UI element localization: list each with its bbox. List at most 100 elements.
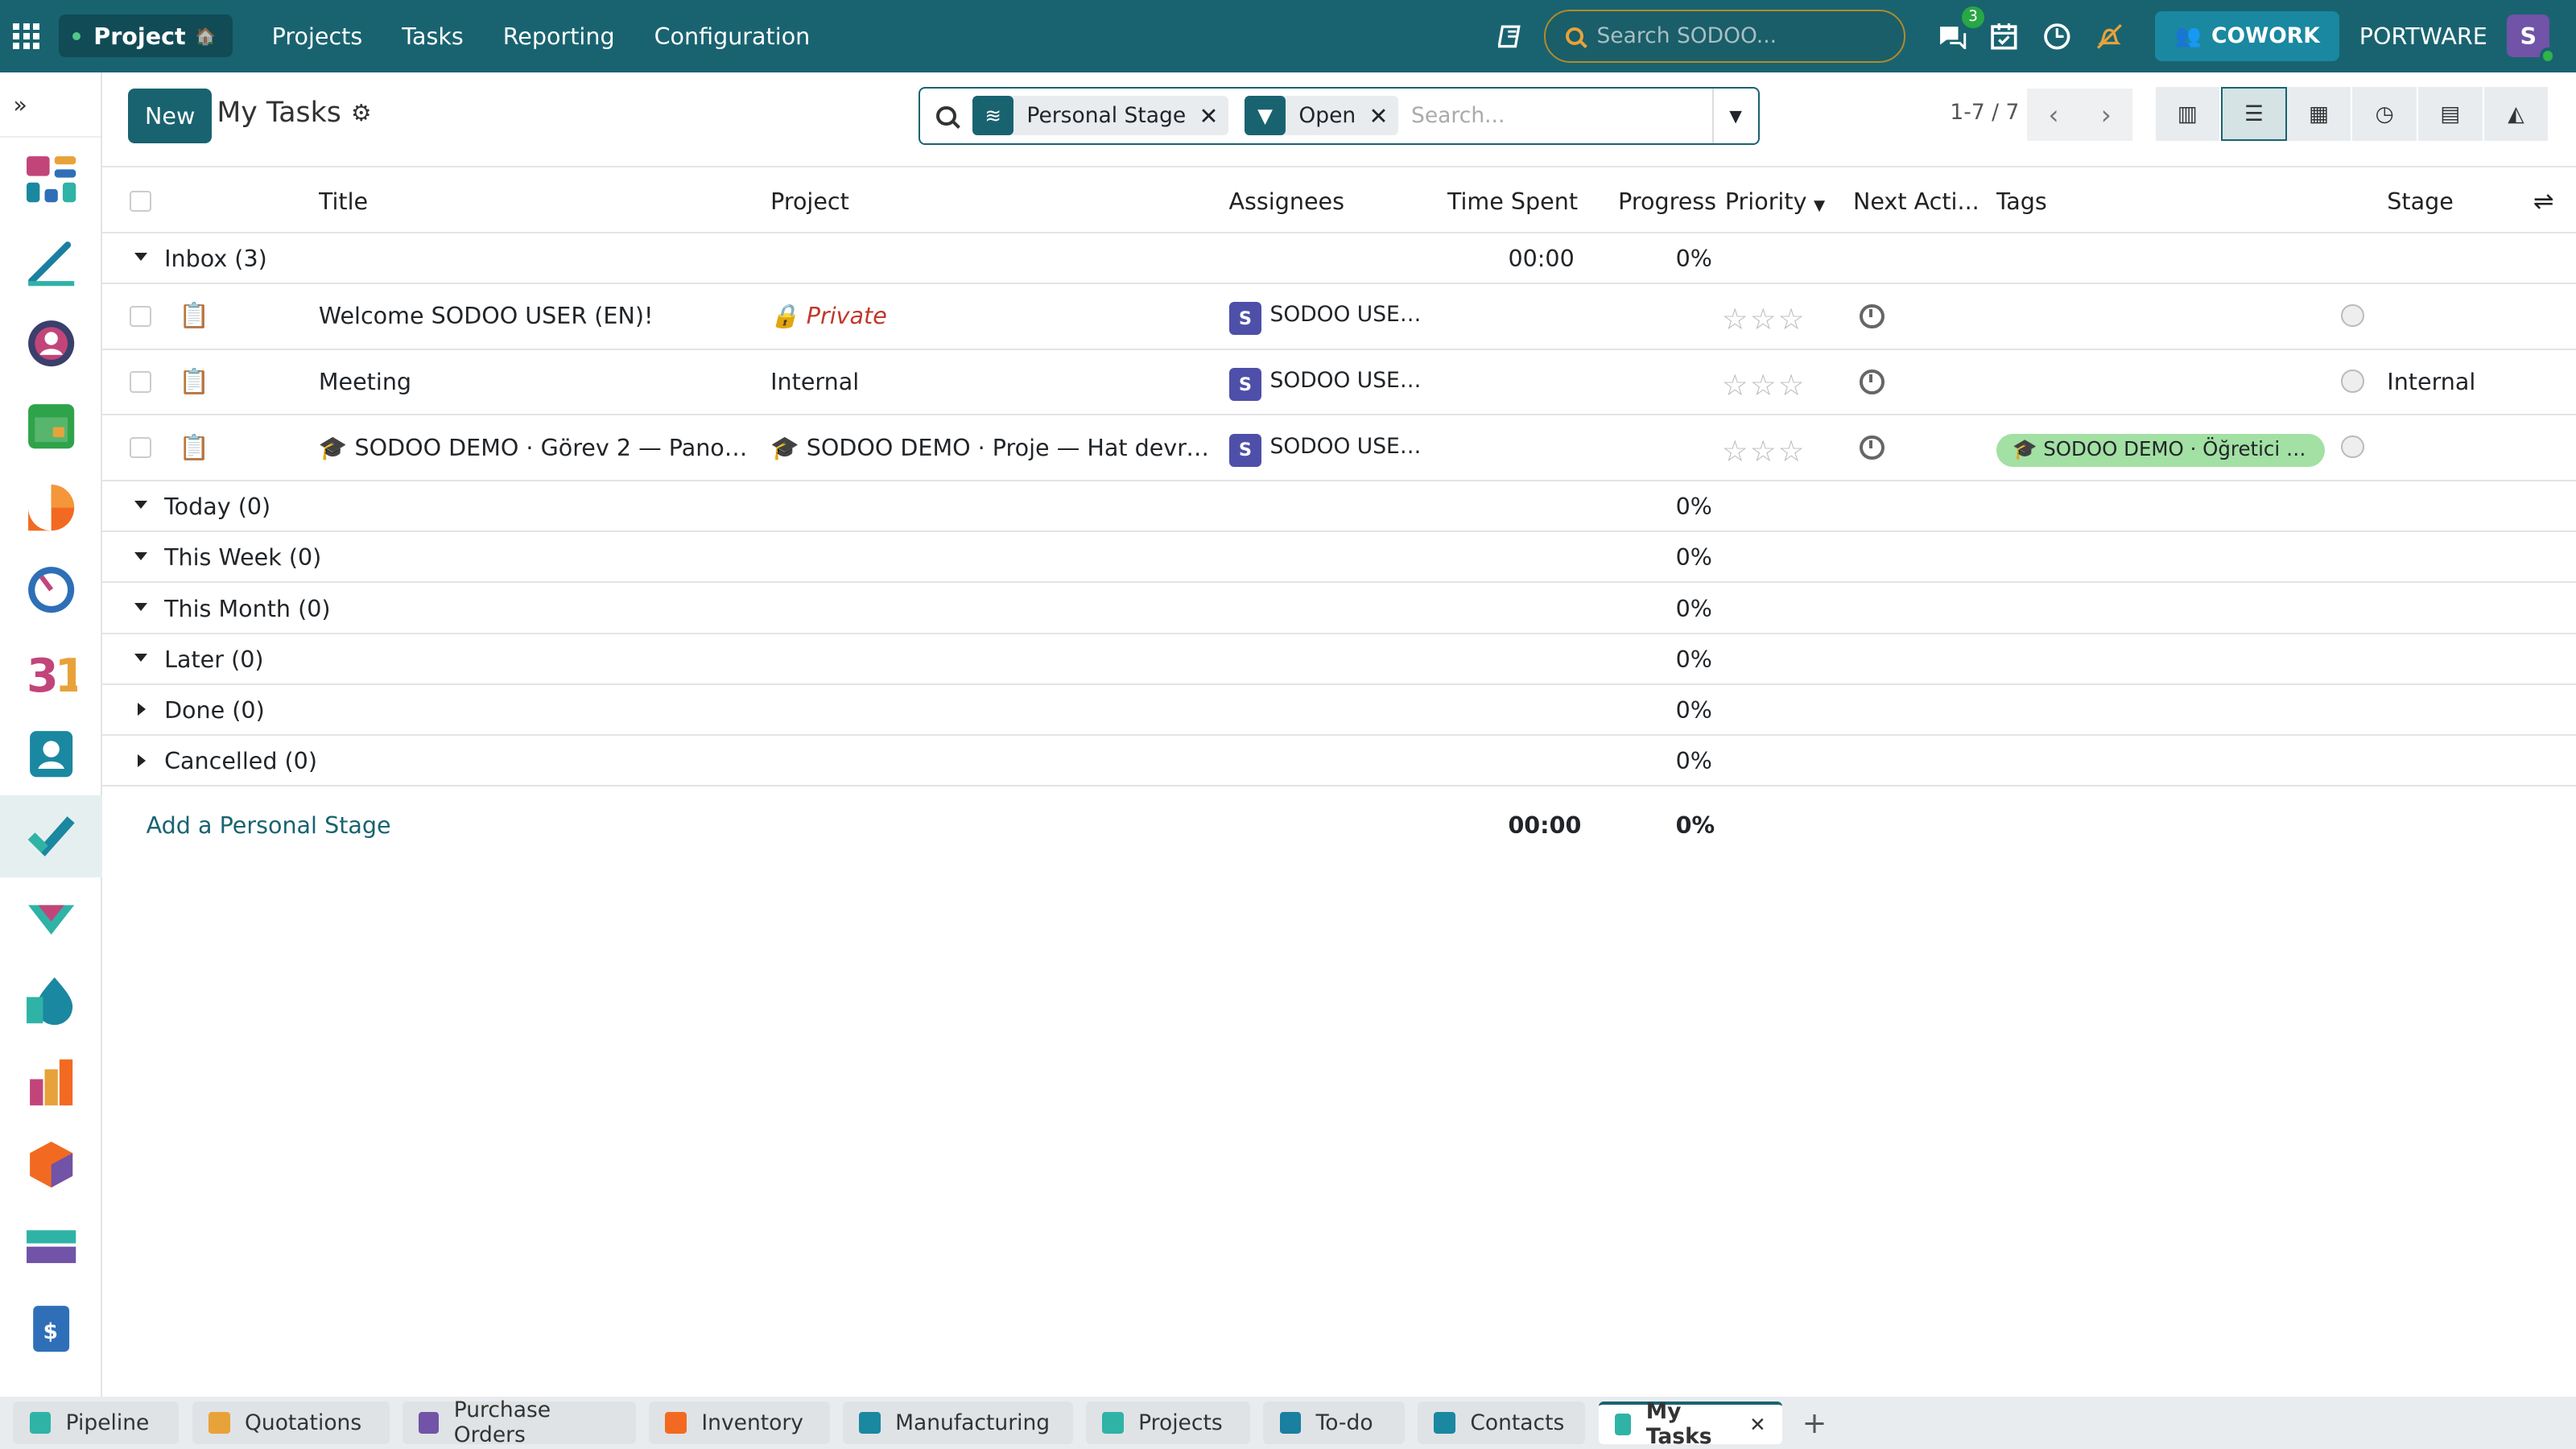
company-switcher[interactable]: PORTWARE [2359, 23, 2487, 50]
expand-sidebar-icon[interactable]: » [0, 72, 101, 138]
stage-status-icon[interactable] [2341, 435, 2364, 459]
sidebar-app-inventory[interactable] [0, 1124, 102, 1206]
user-avatar[interactable]: S [2507, 14, 2557, 64]
pager-next-button[interactable]: › [2079, 89, 2132, 142]
activity-view-icon[interactable]: ◷ [2352, 87, 2419, 142]
sidebar-app-calendar[interactable] [0, 385, 102, 467]
table-row[interactable]: 📋 Welcome SODOO USER (EN)! 🔒 Private S S… [101, 284, 2576, 350]
task-assignee[interactable]: SODOO USER... [1270, 368, 1426, 393]
app-menu-icon[interactable] [13, 23, 39, 50]
sidebar-app-dashboards[interactable] [0, 138, 102, 220]
global-search-input[interactable]: Search SODOO... [1544, 10, 1906, 63]
tab-contacts[interactable]: Contacts [1418, 1401, 1586, 1444]
row-checkbox[interactable] [130, 371, 151, 393]
pager-value[interactable]: 1-7 / 7 [1950, 100, 2019, 125]
group-row-this-week[interactable]: This Week (0) 0% [101, 532, 2576, 584]
tab-my-tasks[interactable]: My Tasks ✕ [1598, 1399, 1783, 1449]
search-options-toggle[interactable]: ▼ [1711, 89, 1758, 143]
task-assignee[interactable]: SODOO USER... [1270, 434, 1426, 459]
sidebar-app-invoicing[interactable]: $ [0, 1288, 102, 1370]
sidebar-app-timesheets[interactable] [0, 549, 102, 631]
sidebar-app-todo[interactable] [0, 220, 102, 302]
new-button[interactable]: New [128, 89, 213, 143]
add-tab-icon[interactable]: + [1802, 1406, 1827, 1440]
sidebar-app-sales[interactable] [0, 960, 102, 1042]
task-project[interactable]: 🔒 Private [770, 302, 1214, 329]
task-assignee[interactable]: SODOO USER... [1270, 302, 1426, 327]
stage-status-icon[interactable] [2341, 303, 2364, 328]
priority-stars-icon[interactable]: ☆☆☆ [1722, 434, 1806, 469]
tab-pipeline[interactable]: Pipeline [13, 1401, 180, 1444]
group-row-later[interactable]: Later (0) 0% [101, 634, 2576, 685]
tab-quotations[interactable]: Quotations [192, 1401, 390, 1444]
sidebar-app-project[interactable] [0, 795, 102, 877]
group-row-today[interactable]: Today (0) 0% [101, 481, 2576, 533]
sidebar-app-crm[interactable] [0, 877, 102, 960]
sidebar-app-purchase[interactable] [0, 1206, 102, 1288]
task-title[interactable]: Welcome SODOO USER (EN)! [319, 302, 754, 329]
column-progress[interactable]: Progress [1618, 188, 1716, 215]
menu-reporting[interactable]: Reporting [503, 23, 615, 50]
priority-stars-icon[interactable]: ☆☆☆ [1722, 368, 1806, 402]
sidebar-app-members[interactable] [0, 302, 102, 384]
search-input[interactable]: Search... [1411, 103, 1711, 128]
select-all-checkbox[interactable] [130, 190, 151, 213]
remove-facet-icon[interactable]: ✕ [1369, 102, 1398, 130]
close-tab-icon[interactable]: ✕ [1749, 1413, 1766, 1436]
activity-clock-icon[interactable] [1860, 303, 1885, 329]
column-stage[interactable]: Stage [2387, 188, 2454, 215]
gear-icon[interactable]: ⚙ [351, 99, 372, 126]
sidebar-app-employees[interactable] [0, 713, 102, 795]
group-row-inbox[interactable]: Inbox (3) 00:00 0% [101, 233, 2576, 285]
add-personal-stage-link[interactable]: Add a Personal Stage [147, 811, 391, 839]
priority-stars-icon[interactable]: ☆☆☆ [1722, 302, 1806, 336]
notifications-off-icon[interactable] [2093, 19, 2126, 52]
task-title[interactable]: Meeting [319, 368, 754, 395]
group-row-this-month[interactable]: This Month (0) 0% [101, 583, 2576, 634]
sidebar-app-manufacturing[interactable] [0, 1042, 102, 1124]
stage-status-icon[interactable] [2341, 369, 2364, 393]
cowork-button[interactable]: 👥 COWORK [2155, 11, 2340, 61]
row-checkbox[interactable] [130, 305, 151, 328]
tab-manufacturing[interactable]: Manufacturing [842, 1401, 1073, 1444]
activity-clock-icon[interactable] [1860, 369, 1885, 394]
activity-clock-icon[interactable] [1860, 435, 1885, 460]
calendar-view-icon[interactable]: ▦ [2286, 87, 2353, 142]
menu-projects[interactable]: Projects [272, 23, 363, 50]
tab-todo[interactable]: To-do [1263, 1401, 1405, 1444]
search-icon[interactable] [936, 105, 956, 126]
task-project[interactable]: 🎓 SODOO DEMO · Proje — Hat devreye ... [770, 434, 1214, 461]
graph-view-icon[interactable]: ◭ [2483, 87, 2550, 142]
column-priority[interactable]: Priority [1725, 188, 1807, 215]
column-tags[interactable]: Tags [1996, 188, 2047, 215]
column-next-activity[interactable]: Next Acti... [1853, 188, 1984, 215]
messaging-icon[interactable]: 3 [1935, 6, 1985, 52]
column-project[interactable]: Project [770, 188, 849, 215]
tab-projects[interactable]: Projects [1085, 1401, 1250, 1444]
calendar-icon[interactable] [1988, 19, 2021, 52]
remove-facet-icon[interactable]: ✕ [1199, 102, 1228, 130]
group-row-done[interactable]: Done (0) 0% [101, 685, 2576, 737]
pivot-view-icon[interactable]: ▤ [2418, 87, 2484, 142]
pager-previous-button[interactable]: ‹ [2027, 89, 2080, 142]
tab-purchase-orders[interactable]: Purchase Orders [402, 1397, 636, 1447]
row-checkbox[interactable] [130, 436, 151, 459]
activity-clock-icon[interactable] [2040, 19, 2073, 52]
optional-columns-icon[interactable]: ⇌ [2533, 188, 2554, 216]
tab-inventory[interactable]: Inventory [649, 1401, 830, 1444]
app-switcher[interactable]: Project 🏠 [59, 14, 233, 58]
kanban-view-icon[interactable]: ▥ [2155, 87, 2222, 142]
menu-tasks[interactable]: Tasks [402, 23, 464, 50]
table-row[interactable]: 📋 🎓 SODOO DEMO · Görev 2 — Pano mon... 🎓… [101, 415, 2576, 481]
task-project[interactable]: Internal [770, 368, 1214, 395]
documentation-icon[interactable] [1498, 23, 1525, 50]
column-title[interactable]: Title [319, 188, 368, 215]
menu-configuration[interactable]: Configuration [654, 23, 811, 50]
column-time-spent[interactable]: Time Spent [1447, 188, 1578, 215]
table-row[interactable]: 📋 Meeting Internal S SODOO USER... ☆☆☆ I… [101, 350, 2576, 416]
group-row-cancelled[interactable]: Cancelled (0) 0% [101, 736, 2576, 787]
task-title[interactable]: 🎓 SODOO DEMO · Görev 2 — Pano mon... [319, 434, 754, 461]
sidebar-app-calendar-31[interactable]: 31 [0, 631, 102, 713]
column-assignees[interactable]: Assignees [1229, 188, 1345, 215]
list-view-icon[interactable]: ☰ [2221, 87, 2287, 142]
